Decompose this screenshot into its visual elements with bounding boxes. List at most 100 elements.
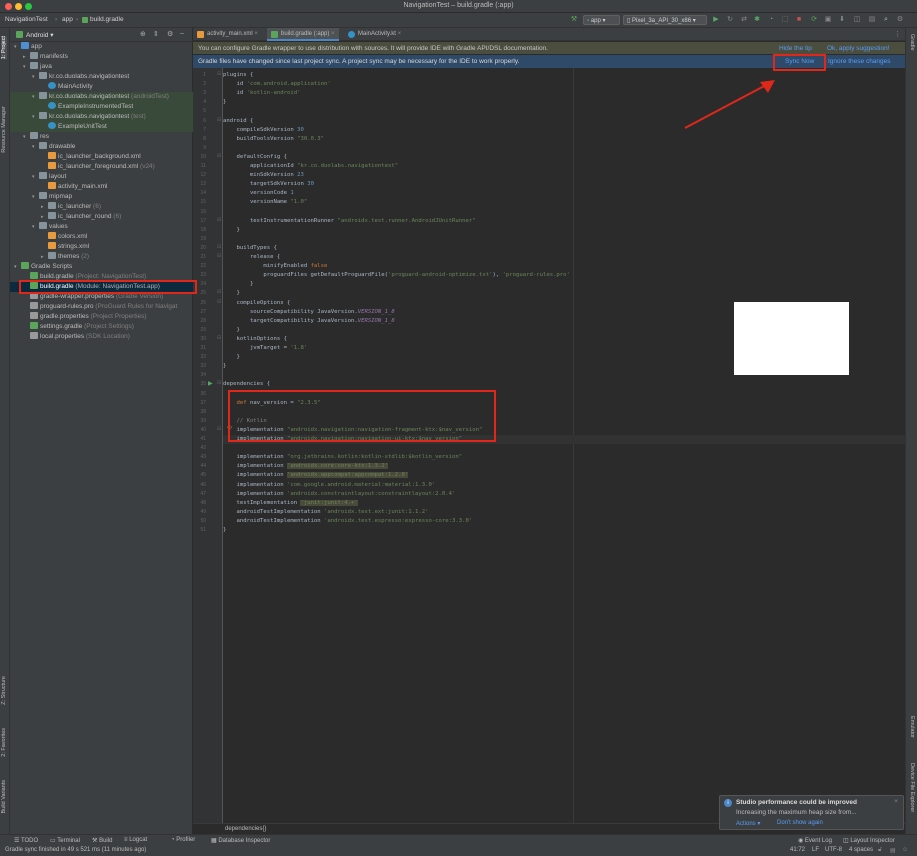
tool-tab-resource-manager[interactable]: Resource Manager (1, 106, 7, 153)
code-line[interactable]: dependencies { (223, 380, 270, 389)
fold-marker-icon[interactable]: ⊟ (217, 217, 221, 223)
tree-item[interactable]: ic_launcher_background.xml (41, 152, 141, 162)
code-line[interactable]: implementation 'com.google.android.mater… (223, 481, 435, 490)
line-number[interactable]: 26 (193, 299, 206, 308)
tab-activity-main-xml[interactable]: activity_main.xml × (193, 28, 262, 41)
bottom-tool-database-inspector[interactable]: ▦ Database Inspector (211, 837, 270, 844)
breadcrumb-file[interactable]: build.gradle (90, 16, 124, 23)
fold-marker-icon[interactable]: ⊟ (217, 244, 221, 250)
gear-icon[interactable]: ⚙ (167, 30, 173, 38)
apply-suggestion-link[interactable]: Ok, apply suggestion! (827, 45, 890, 52)
apply-code-changes-icon[interactable]: ⇄ (740, 16, 748, 24)
line-number[interactable]: 51 (193, 526, 206, 535)
bottom-tool-terminal[interactable]: ▭ Terminal (50, 837, 80, 844)
line-number[interactable]: 35 (193, 380, 206, 389)
code-editor[interactable]: plugins { id 'com.android.application' i… (223, 68, 905, 823)
fold-marker-icon[interactable]: ⊟ (217, 253, 221, 259)
line-number[interactable]: 33 (193, 362, 206, 371)
code-line[interactable]: android { (223, 117, 253, 126)
line-number[interactable]: 34 (193, 371, 206, 380)
tree-item[interactable]: settings.gradle (Project Settings) (23, 322, 134, 332)
tab-build-gradle-app[interactable]: build.gradle (:app) × (267, 28, 339, 41)
expand-icon[interactable]: ▾ (32, 222, 39, 232)
line-number[interactable]: 47 (193, 490, 206, 499)
breadcrumb-module[interactable]: app (62, 16, 73, 23)
fold-marker-icon[interactable]: ⊟ (217, 380, 221, 386)
tree-item[interactable]: ▾ app (14, 42, 42, 52)
indent-setting[interactable]: 4 spaces (849, 847, 873, 853)
line-number[interactable]: 28 (193, 317, 206, 326)
expand-icon[interactable]: ▾ (32, 192, 39, 202)
expand-icon[interactable]: ▾ (14, 262, 21, 272)
line-number[interactable]: 41 (193, 435, 206, 444)
code-line[interactable]: versionCode 1 (223, 189, 294, 198)
fold-marker-icon[interactable]: ⊟ (217, 71, 221, 77)
tree-item[interactable]: ▾ mipmap (32, 192, 72, 202)
line-number[interactable]: 11 (193, 162, 206, 171)
collapse-all-icon[interactable]: ⇕ (153, 30, 159, 38)
hide-tip-link[interactable]: Hide the tip (779, 45, 812, 52)
tool-tab-device-file-explorer[interactable]: Device File Explorer (909, 763, 915, 812)
ignore-changes-link[interactable]: Ignore these changes (828, 58, 891, 65)
code-line[interactable]: buildTypes { (223, 244, 276, 253)
line-number[interactable]: 8 (193, 135, 206, 144)
line-number[interactable]: 9 (193, 144, 206, 153)
memory-indicator-icon[interactable]: ▤ (890, 847, 896, 854)
expand-icon[interactable]: ▾ (32, 112, 39, 122)
collapse-icon[interactable]: ▸ (41, 212, 48, 222)
tree-item[interactable]: ic_launcher_foreground.xml (v24) (41, 162, 155, 172)
stop-icon[interactable]: ■ (795, 16, 803, 24)
tree-item[interactable]: ▾ kr.co.duolabs.navigationtest (test) (32, 112, 146, 122)
fold-marker-icon[interactable]: ⊟ (217, 289, 221, 295)
line-number[interactable]: 2 (193, 80, 206, 89)
line-number[interactable]: 21 (193, 253, 206, 262)
line-number[interactable]: 17 (193, 217, 206, 226)
tree-item[interactable]: proguard-rules.pro (ProGuard Rules for N… (23, 302, 177, 312)
fold-marker-icon[interactable]: ⊟ (217, 117, 221, 123)
tree-item[interactable]: ▸ ic_launcher_round (6) (41, 212, 121, 222)
expand-icon[interactable]: ▾ (32, 142, 39, 152)
expand-icon[interactable]: ▾ (23, 132, 30, 142)
tree-item[interactable]: ▸ themes (2) (41, 252, 89, 262)
line-number[interactable]: 20 (193, 244, 206, 253)
tree-item[interactable]: ExampleUnitTest (41, 122, 107, 132)
code-line[interactable]: } (223, 526, 226, 535)
fold-marker-icon[interactable]: ⊟ (217, 153, 221, 159)
close-tab-icon[interactable]: × (331, 31, 335, 37)
file-encoding[interactable]: UTF-8 (825, 847, 842, 853)
line-number[interactable]: 44 (193, 462, 206, 471)
line-number[interactable]: 37 (193, 399, 206, 408)
tree-item[interactable]: ▾ kr.co.duolabs.navigationtest (32, 72, 129, 82)
line-number[interactable]: 6 (193, 117, 206, 126)
tree-item[interactable]: ▸ ic_launcher (6) (41, 202, 101, 212)
editor-breadcrumb[interactable]: dependencies{} (225, 826, 266, 832)
code-line[interactable]: plugins { (223, 71, 253, 80)
status-message[interactable]: Gradle sync finished in 49 s 521 ms (11 … (5, 847, 146, 853)
code-line[interactable]: id 'kotlin-android' (223, 89, 300, 98)
line-number[interactable]: 12 (193, 171, 206, 180)
line-number[interactable]: 7 (193, 126, 206, 135)
code-line[interactable]: compileOptions { (223, 299, 290, 308)
line-number[interactable]: 13 (193, 180, 206, 189)
tree-item[interactable]: local.properties (SDK Location) (23, 332, 130, 342)
collapse-icon[interactable]: ▸ (41, 202, 48, 212)
bottom-tool-todo[interactable]: ☰ TODO (14, 837, 38, 844)
line-number[interactable]: 39 (193, 417, 206, 426)
code-line[interactable]: testImplementation 'junit:junit:4.+' (223, 499, 358, 508)
code-line[interactable]: } (223, 280, 253, 289)
line-number[interactable]: 3 (193, 89, 206, 98)
code-line[interactable]: applicationId "kr.co.duolabs.navigationt… (223, 162, 398, 171)
code-line[interactable]: kotlinOptions { (223, 335, 287, 344)
code-line[interactable]: id 'com.android.application' (223, 80, 330, 89)
tree-item[interactable]: ▸ manifests (23, 52, 68, 62)
collapse-icon[interactable]: ▸ (41, 252, 48, 262)
tree-item[interactable]: ▾ kr.co.duolabs.navigationtest (androidTe… (32, 92, 169, 102)
bottom-tool-logcat[interactable]: ≡ Logcat (124, 837, 147, 843)
line-number[interactable]: 23 (193, 271, 206, 280)
layout-inspector-icon[interactable]: ◫ (853, 16, 861, 24)
tree-item[interactable]: gradle.properties (Project Properties) (23, 312, 147, 322)
bottom-tool-layout-inspector[interactable]: ◫ Layout Inspector (843, 837, 895, 844)
line-number[interactable]: 10 (193, 153, 206, 162)
resource-icon[interactable]: ▤ (868, 16, 876, 24)
tree-item[interactable]: activity_main.xml (41, 182, 107, 192)
